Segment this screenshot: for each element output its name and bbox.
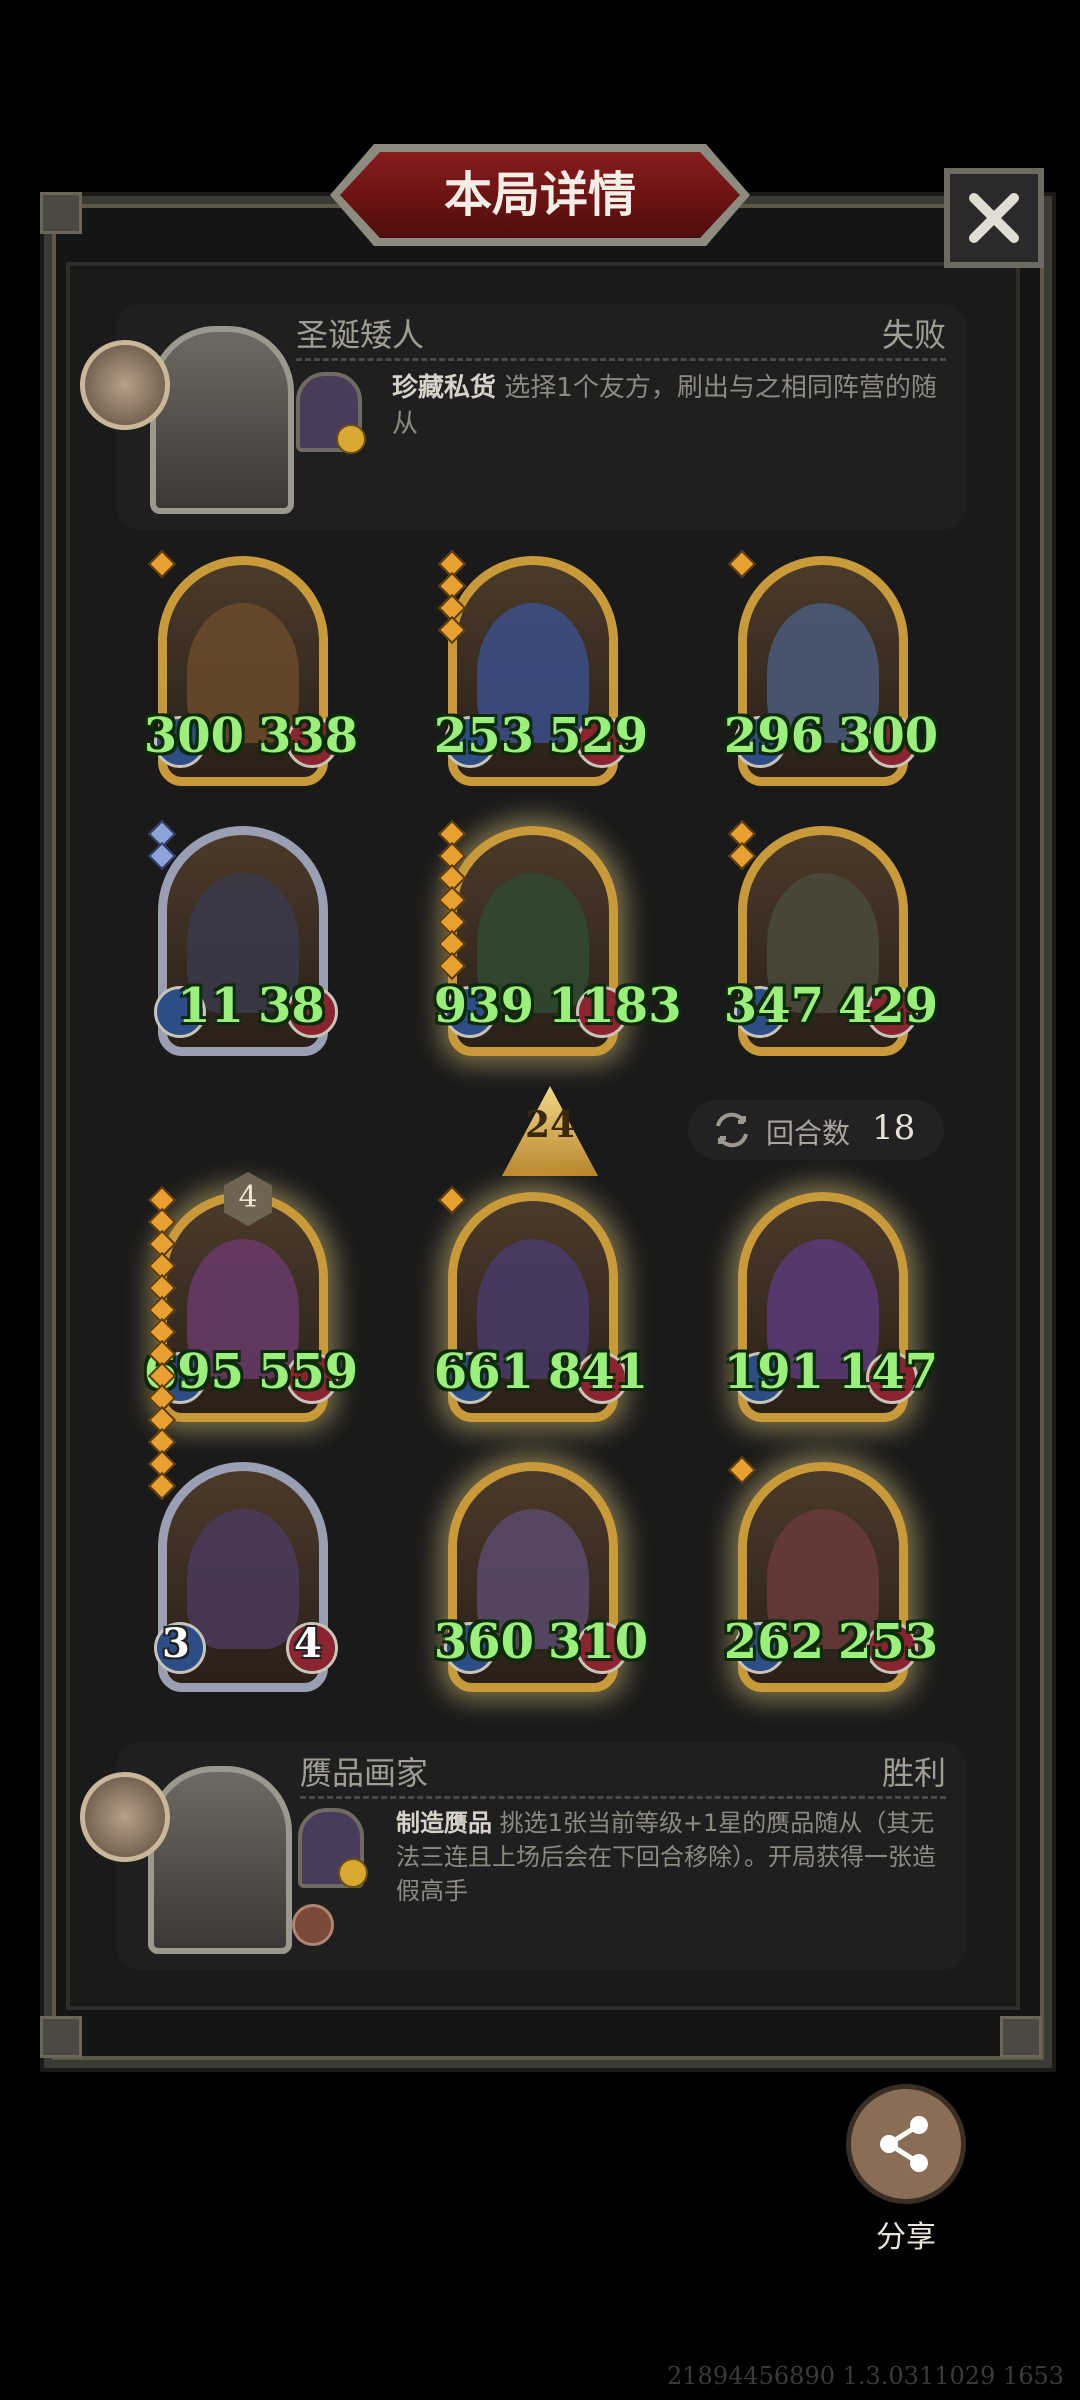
attack-value: 347 <box>723 978 824 1034</box>
player-avatar[interactable] <box>148 1766 292 1954</box>
attack-value: 296 <box>723 708 824 764</box>
player-skill: 制造赝品 挑选1张当前等级+1星的赝品随从（其无法三连且上场后会在下回合移除）。… <box>396 1806 956 1908</box>
health-value: 338 <box>258 708 359 764</box>
health-value: 559 <box>258 1344 359 1400</box>
share-icon <box>880 2116 928 2172</box>
close-button[interactable] <box>944 168 1044 268</box>
health-value: 1183 <box>548 978 682 1034</box>
health-value: 253 <box>838 1614 939 1670</box>
minion-art <box>187 1509 299 1649</box>
health-value: 4 <box>294 1620 322 1667</box>
opponent-skill: 珍藏私货 选择1个友方，刷出与之相同阵营的随从 <box>392 370 952 442</box>
tavern-level: 24 <box>524 1104 576 1146</box>
pocket-watch-icon <box>80 1772 170 1862</box>
player-result: 胜利 <box>881 1754 946 1792</box>
opponent-result: 失败 <box>881 316 946 354</box>
attack-value: 939 <box>433 978 534 1034</box>
build-id: 21894456890 1.3.0311029 1653 <box>667 2362 1064 2390</box>
attack-value: 360 <box>433 1614 534 1670</box>
player-skill-name: 制造赝品 <box>396 1809 492 1837</box>
star-level-value: 4 <box>238 1180 258 1215</box>
player-name: 赝品画家 <box>300 1754 429 1792</box>
coin-icon <box>338 1858 368 1888</box>
health-value: 300 <box>838 708 939 764</box>
health-value: 841 <box>548 1344 649 1400</box>
turn-label: 回合数 <box>766 1117 851 1150</box>
pocket-watch-icon <box>80 340 170 430</box>
coin-icon <box>336 424 366 454</box>
turn-counter: 回合数 18 <box>688 1100 944 1160</box>
share-label: 分享 <box>876 2220 936 2255</box>
attack-value: 262 <box>723 1614 824 1670</box>
attack-value: 11 <box>177 978 244 1034</box>
divider <box>300 1796 946 1799</box>
health-value: 429 <box>838 978 939 1034</box>
attack-value: 191 <box>723 1344 824 1400</box>
opponent-skill-name: 珍藏私货 <box>392 373 497 403</box>
close-icon <box>969 193 1019 243</box>
turn-value: 18 <box>872 1108 916 1148</box>
attack-value: 3 <box>162 1620 190 1667</box>
trinket-icon[interactable] <box>292 1904 334 1946</box>
frame-corner <box>40 192 82 234</box>
page-title: 本局详情 <box>443 167 636 223</box>
attack-value: 253 <box>433 708 534 764</box>
health-value: 38 <box>258 978 325 1034</box>
frame-corner <box>40 2016 82 2058</box>
refresh-icon <box>716 1112 748 1148</box>
health-value: 147 <box>838 1344 939 1400</box>
opponent-name: 圣诞矮人 <box>296 316 425 354</box>
attack-value: 661 <box>433 1344 534 1400</box>
health-value: 310 <box>548 1614 649 1670</box>
divider <box>296 358 946 361</box>
frame-corner <box>1000 2016 1042 2058</box>
health-value: 529 <box>548 708 649 764</box>
share-button[interactable] <box>846 2084 966 2204</box>
opponent-avatar[interactable] <box>150 326 294 514</box>
attack-value: 300 <box>143 708 244 764</box>
